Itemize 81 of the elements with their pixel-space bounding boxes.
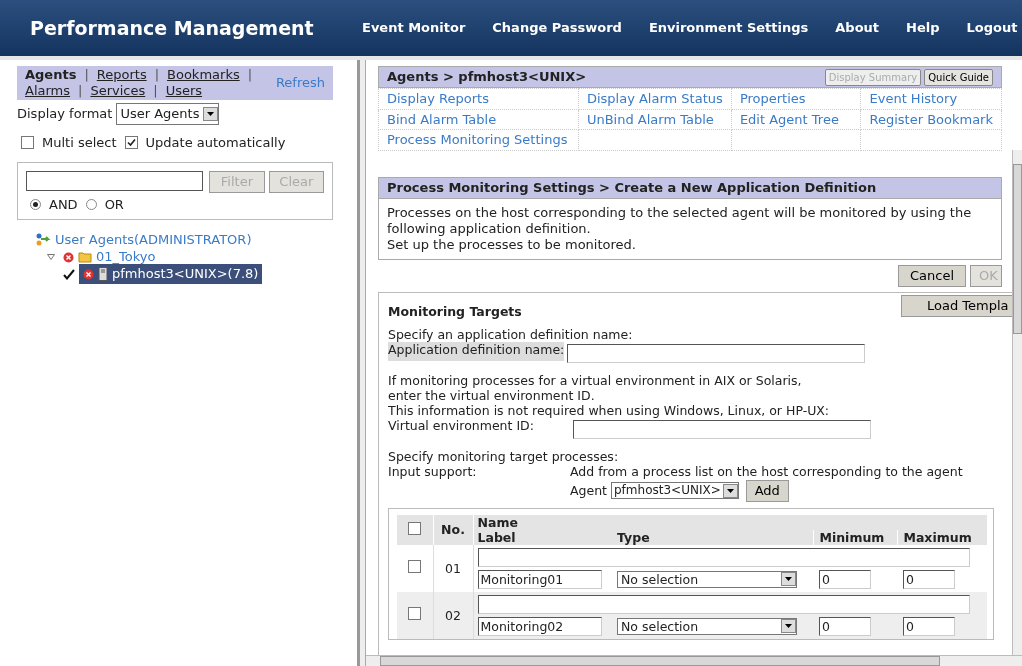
label-input-field[interactable]: Monitoring01	[477, 569, 602, 589]
checkbox[interactable]	[408, 521, 422, 535]
display-format-select[interactable]: User Agents	[116, 103, 220, 125]
maximum-input-field[interactable]: 0	[903, 616, 955, 636]
name-input-field[interactable]	[477, 547, 970, 567]
radio-button[interactable]	[30, 199, 41, 211]
virtual-environment-input-field[interactable]	[573, 419, 871, 439]
field-label: Application definition name:	[388, 341, 565, 361]
checkbox-label: Update automatically	[145, 133, 286, 152]
horizontal-scrollbar[interactable]	[366, 655, 1022, 666]
nav-link[interactable]: Help	[906, 18, 940, 38]
radio-label: AND	[49, 196, 78, 214]
input-support-text: Add from a process list on the host corresponding to the agent	[570, 463, 963, 479]
tree-item[interactable]: pfmhost3<UNIX>(7.8)	[79, 264, 263, 284]
vertical-scrollbar[interactable]	[1012, 150, 1022, 655]
tab-separator: |	[153, 83, 158, 99]
panel-title: Agents > pfmhost3<UNIX>	[387, 68, 587, 87]
application-name-input-field[interactable]	[567, 343, 866, 363]
description-text: Processes on the host corresponding to the selected agent will be monitored by using the following application definition.	[387, 204, 973, 237]
panel-title: Process Monitoring Settings > Create a New Application Definition	[387, 178, 877, 197]
nav-link[interactable]: Logout	[966, 18, 1018, 38]
sidebar-tab[interactable]: Services	[90, 83, 146, 99]
scrollbar-thumb[interactable]	[1013, 164, 1022, 334]
prompt-text: Specify an application definition name:	[388, 326, 634, 342]
tree-label: pfmhost3<UNIX>(7.8)	[112, 265, 259, 284]
load-template-button[interactable]: Load Templa	[901, 294, 1012, 317]
virtual-environment-note: If monitoring processes for a virtual environment in AIX or Solaris, enter the virtual environment ID. This information is not required when using Windows, Linux, or HP-UX:	[388, 372, 831, 418]
sidebar-tab[interactable]: Agents	[25, 67, 77, 83]
checkbox[interactable]	[21, 135, 34, 149]
sidebar-tab[interactable]: Alarms	[25, 83, 71, 99]
server-icon	[98, 267, 108, 281]
row-number: 02	[433, 591, 473, 639]
agent-select[interactable]: pfmhost3<UNIX>	[611, 482, 739, 499]
minimum-input-field[interactable]: 0	[819, 616, 871, 636]
minimum-input-field[interactable]: 0	[819, 569, 871, 589]
expand-triangle-icon[interactable]	[47, 253, 55, 261]
column-header: No.	[433, 514, 473, 545]
radio-label: OR	[104, 196, 124, 214]
app-title: Performance Management	[30, 15, 315, 41]
checkbox[interactable]	[408, 560, 422, 573]
column-header: Name	[473, 514, 987, 530]
checkbox-label: Multi select	[42, 133, 117, 152]
field-label: Input support:	[388, 463, 477, 481]
name-input-field[interactable]	[477, 594, 970, 614]
tree-label: User Agents(ADMINISTRATOR)	[55, 231, 252, 250]
checkbox[interactable]	[124, 135, 138, 149]
tab-separator: |	[84, 67, 89, 83]
group-icon	[35, 233, 51, 247]
error-status-icon	[63, 251, 74, 263]
display-format-label: Display format	[17, 105, 113, 123]
row-number: 01	[433, 544, 473, 592]
tab-separator: |	[154, 67, 160, 83]
radio-button[interactable]	[85, 199, 97, 211]
label-input-field[interactable]: Monitoring02	[477, 616, 602, 636]
nav-link[interactable]: Environment Settings	[648, 18, 809, 38]
type-select[interactable]: No selection	[617, 617, 797, 635]
nav-link[interactable]: About	[835, 18, 880, 38]
tab-separator: |	[78, 83, 83, 99]
filter-input-field[interactable]	[26, 171, 204, 191]
tree-item[interactable]: User Agents(ADMINISTRATOR)	[31, 230, 256, 250]
nav-link[interactable]: Change Password	[492, 18, 622, 38]
nav-link[interactable]: Event Monitor	[362, 18, 466, 38]
sidebar-tab[interactable]: Reports	[96, 67, 147, 83]
description-text: Set up the processes to be monitored.	[387, 236, 637, 253]
tree-item[interactable]: 01_Tokyo	[59, 247, 160, 267]
error-status-icon	[83, 268, 94, 280]
maximum-input-field[interactable]: 0	[903, 569, 955, 589]
tree-label: 01_Tokyo	[96, 248, 156, 267]
agent-label: Agent	[570, 483, 607, 498]
checkbox[interactable]	[408, 607, 422, 620]
tab-separator: |	[247, 67, 253, 83]
section-title: Monitoring Targets	[388, 303, 522, 319]
panel-button[interactable]: Quick Guide	[924, 68, 993, 86]
prompt-text: Specify monitoring target processes:	[388, 448, 620, 464]
sidebar-tab[interactable]: Users	[165, 83, 203, 99]
sidebar-tab[interactable]: Bookmarks	[167, 67, 240, 83]
scrollbar-thumb[interactable]	[380, 656, 940, 666]
field-label: Virtual environment ID:	[388, 417, 534, 433]
type-select[interactable]: No selection	[617, 570, 797, 588]
dialog-button[interactable]: Cancel	[898, 264, 966, 287]
add-button[interactable]: Add	[745, 479, 789, 502]
